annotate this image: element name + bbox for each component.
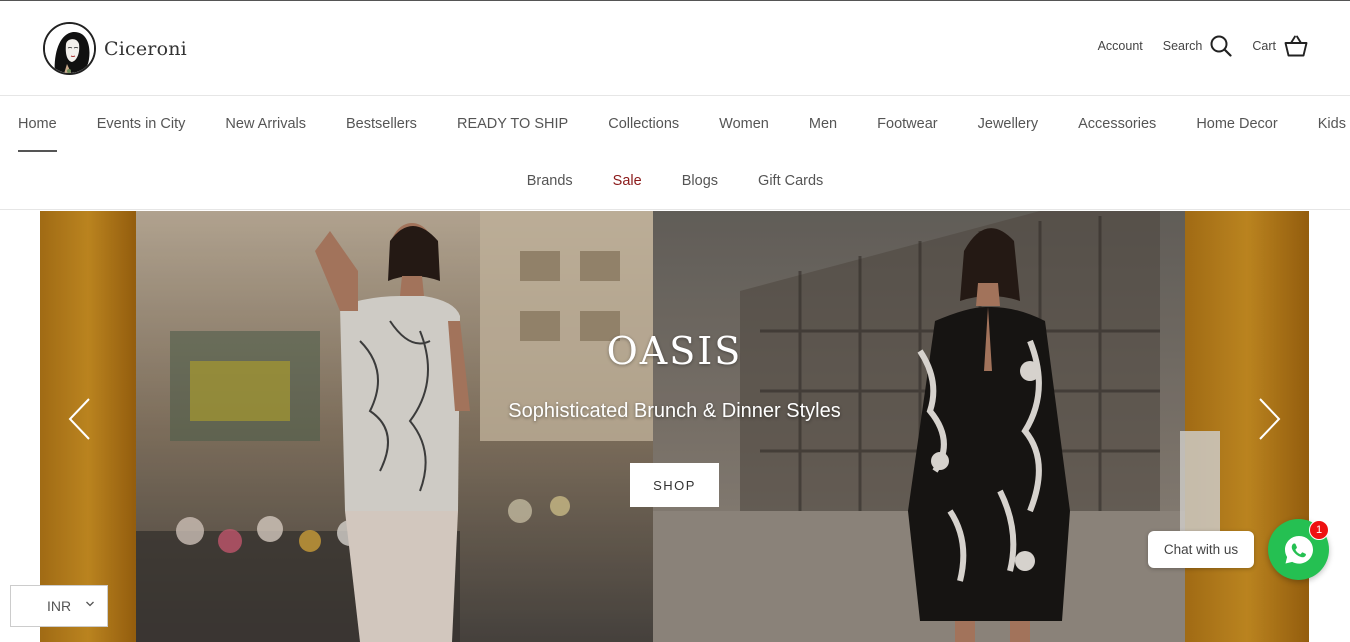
- search-label: Search: [1162, 39, 1203, 53]
- notification-badge: 1: [1309, 520, 1329, 540]
- shop-button[interactable]: SHOP: [630, 463, 719, 507]
- nav-item-bestsellers[interactable]: Bestsellers: [346, 116, 417, 132]
- nav-item-gift-cards[interactable]: Gift Cards: [758, 173, 823, 189]
- nav-item-home-decor[interactable]: Home Decor: [1196, 116, 1277, 132]
- brand-name: Ciceroni: [104, 37, 187, 60]
- cart-basket-icon: [1284, 35, 1308, 57]
- nav-item-ready-to-ship[interactable]: READY TO SHIP: [457, 116, 568, 132]
- nav-item-home[interactable]: Home: [18, 116, 57, 152]
- nav-item-events-in-city[interactable]: Events in City: [97, 116, 186, 132]
- whatsapp-icon: [1284, 535, 1313, 564]
- chevron-down-icon: [86, 601, 94, 607]
- currency-selector[interactable]: INR: [10, 585, 108, 627]
- account-label: Account: [1097, 39, 1143, 53]
- header-actions: Account Search Cart: [1098, 35, 1308, 57]
- hero-title: OASIS: [606, 329, 743, 373]
- nav-item-accessories[interactable]: Accessories: [1078, 116, 1156, 132]
- nav-row-secondary: Brands Sale Blogs Gift Cards: [0, 173, 1350, 189]
- nav-item-kids[interactable]: Kids: [1318, 116, 1346, 132]
- cart-button[interactable]: Cart: [1252, 35, 1308, 57]
- account-link[interactable]: Account: [1098, 39, 1143, 53]
- nav-item-blogs[interactable]: Blogs: [682, 173, 718, 189]
- nav-item-jewellery[interactable]: Jewellery: [978, 116, 1038, 132]
- brand-logo[interactable]: Ciceroni: [43, 22, 187, 75]
- site-header: Ciceroni Account Search Cart: [0, 1, 1350, 96]
- nav-item-collections[interactable]: Collections: [608, 116, 679, 132]
- search-button[interactable]: Search: [1163, 35, 1233, 57]
- hero-subtitle: Sophisticated Brunch & Dinner Styles: [508, 400, 841, 422]
- nav-item-men[interactable]: Men: [809, 116, 837, 132]
- nav-item-women[interactable]: Women: [719, 116, 769, 132]
- currency-value: INR: [47, 598, 72, 614]
- chat-with-us-bubble[interactable]: Chat with us: [1148, 531, 1254, 568]
- cart-label: Cart: [1252, 39, 1276, 53]
- nav-item-footwear[interactable]: Footwear: [877, 116, 937, 132]
- logo-mark-icon: [43, 22, 96, 75]
- hero-slideshow: OASIS Sophisticated Brunch & Dinner Styl…: [40, 211, 1309, 642]
- hero-background-image: [40, 211, 1309, 642]
- nav-item-new-arrivals[interactable]: New Arrivals: [225, 116, 306, 132]
- search-icon: [1210, 35, 1232, 57]
- nav-item-sale[interactable]: Sale: [613, 173, 642, 189]
- nav-row-primary: Home Events in City New Arrivals Bestsel…: [0, 116, 1350, 152]
- nav-item-brands[interactable]: Brands: [527, 173, 573, 189]
- main-navigation: Home Events in City New Arrivals Bestsel…: [0, 96, 1350, 210]
